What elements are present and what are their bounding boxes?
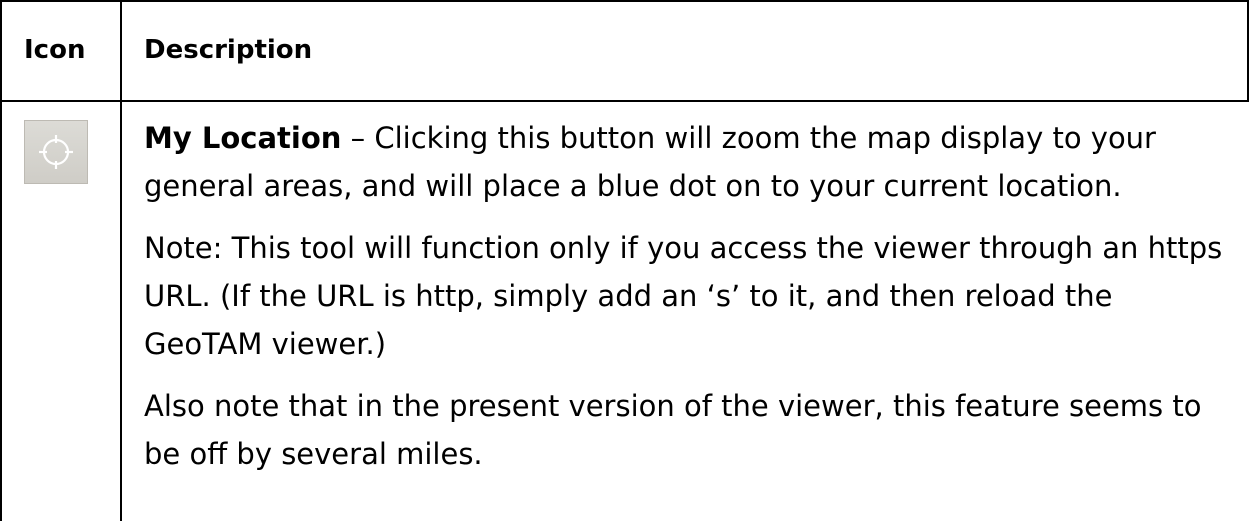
table-border-right (1247, 0, 1249, 102)
my-location-description: My Location – Clicking this button will … (144, 114, 1224, 492)
table-column-divider (120, 0, 122, 521)
feature-title: My Location (144, 121, 342, 155)
my-location-button-image (24, 120, 88, 184)
locate-crosshair-icon (39, 135, 73, 169)
table-header-divider (0, 100, 1249, 102)
table-border-left (0, 0, 2, 521)
header-description-column: Description (144, 35, 313, 65)
description-paragraph-1: My Location – Clicking this button will … (144, 114, 1224, 210)
description-paragraph-3: Also note that in the present version of… (144, 389, 1202, 471)
icon-description-table: Icon Description My Location – Clicking … (0, 0, 1249, 521)
description-paragraph-2: Note: This tool will function only if yo… (144, 231, 1223, 361)
header-icon-column: Icon (24, 35, 86, 65)
